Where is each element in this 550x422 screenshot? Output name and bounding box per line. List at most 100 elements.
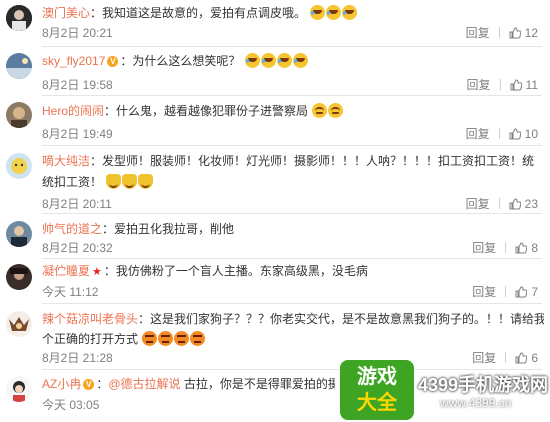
like-count: 8 (531, 241, 538, 255)
star-icon: ★ (92, 266, 102, 278)
comment-text: ：爱拍丑化我拉哥，削他 (102, 222, 235, 236)
comment-username[interactable]: 嘀大纯洁 (42, 154, 90, 168)
divider (505, 352, 507, 363)
divider (42, 303, 542, 304)
reply-button[interactable]: 回复 (472, 240, 496, 256)
like-button[interactable]: 11 (510, 77, 538, 93)
avatar[interactable] (6, 102, 32, 128)
comment-text: ： (96, 377, 109, 391)
laugh-emoji-icon (260, 53, 276, 68)
like-count: 6 (531, 351, 538, 365)
watermark-logo-top: 游戏 (357, 366, 397, 388)
laugh-emoji-icon (310, 5, 326, 20)
comment-time: 8月2日 20:21 (42, 26, 113, 40)
laugh-emoji-icon (342, 5, 358, 20)
like-count: 10 (524, 127, 538, 141)
comment-text: ：什么鬼，越看越像犯罪份子进警察局 (104, 104, 309, 118)
like-button[interactable]: 6 (515, 350, 538, 366)
reply-button[interactable]: 回复 (466, 196, 490, 212)
like-button[interactable]: 12 (509, 25, 538, 41)
divider (42, 369, 542, 370)
comment-username[interactable]: 辣个菇凉叫老骨头 (42, 312, 138, 326)
like-button[interactable]: 10 (509, 126, 538, 142)
comment-username[interactable]: 澳门美心 (42, 6, 90, 20)
thumbs-up-icon (509, 128, 521, 140)
comment-text: 古拉，你是不是得罪爱拍的摄影师了 (183, 377, 335, 391)
angry-emoji-icon (158, 331, 174, 346)
like-button[interactable]: 7 (515, 284, 538, 300)
thumbs-up-icon (515, 242, 528, 254)
angry-emoji-icon (142, 331, 158, 346)
divider (499, 79, 501, 90)
avatar[interactable] (6, 5, 32, 31)
divider (498, 27, 500, 38)
laugh-emoji-icon (292, 53, 308, 68)
watermark-logo: 游戏 大全 (340, 360, 414, 420)
cat-emoji-icon (106, 174, 122, 189)
mention-link[interactable]: @德古拉解说 (108, 377, 180, 391)
avatar[interactable] (6, 264, 32, 290)
like-count: 7 (531, 285, 538, 299)
comment-username[interactable]: sky_fly2017 (42, 54, 105, 68)
comment-time: 今天 11:12 (42, 285, 99, 299)
angry-emoji-icon (190, 331, 206, 346)
like-count: 11 (525, 78, 538, 92)
comment-time: 8月2日 20:32 (42, 241, 113, 255)
avatar[interactable] (6, 53, 32, 79)
comment-text-continued: 个正确的打开方式 (42, 332, 139, 346)
comment-time: 今天 03:05 (42, 398, 100, 412)
laugh-emoji-icon (276, 53, 292, 68)
laugh-emoji-icon (326, 5, 342, 20)
reply-button[interactable]: 回复 (466, 126, 490, 142)
comment-text-continued: 统扣工资！ (42, 175, 103, 189)
comment-text: ：我知道这是故意的，爱拍有点调皮哦。 (90, 6, 307, 20)
divider (42, 213, 542, 214)
thumbs-up-icon (515, 286, 528, 298)
avatar[interactable] (6, 376, 32, 402)
comment-time: 8月2日 21:28 (42, 351, 113, 365)
comment-username[interactable]: AZ小冉 (42, 377, 81, 391)
reply-button[interactable]: 回复 (472, 284, 496, 300)
watermark-brand: 4399手机游戏网 (418, 375, 549, 395)
like-button[interactable]: 8 (515, 240, 538, 256)
comment-username[interactable]: Hero的闹闹 (42, 104, 104, 118)
divider (498, 128, 500, 139)
comment-text: ：这是我们家狗子？？？你老实交代，是不是故意黑我们狗子的。！！请给我一 (138, 312, 544, 326)
comment-username[interactable]: 帅气的道之 (42, 222, 102, 236)
divider (505, 286, 507, 297)
cat-emoji-icon (122, 174, 138, 189)
divider (498, 198, 500, 209)
comment-time: 8月2日 19:58 (42, 78, 113, 92)
comment-text: ：为什么这么想笑呢？ (120, 54, 241, 68)
avatar[interactable] (6, 311, 32, 337)
reply-button[interactable]: 回复 (466, 25, 490, 41)
like-button[interactable]: 23 (509, 196, 538, 212)
thumbs-up-icon (509, 198, 521, 210)
divider (42, 258, 542, 259)
comment-time: 8月2日 20:11 (42, 197, 112, 211)
avatar[interactable] (6, 221, 32, 247)
comment-text: ：我仿佛粉了一个盲人主播。东家高级黑，没毛病 (103, 264, 368, 278)
watermark-url: www.4399.cn (440, 396, 512, 410)
vip-badge-icon: V (83, 379, 95, 390)
divider (42, 95, 542, 96)
divider (42, 145, 542, 146)
reply-button[interactable]: 回复 (467, 77, 491, 93)
sweat-emoji-icon (328, 103, 344, 118)
sweat-emoji-icon (312, 103, 328, 118)
divider (42, 46, 542, 47)
like-count: 12 (524, 26, 538, 40)
angry-emoji-icon (174, 331, 190, 346)
thumbs-up-icon (510, 79, 522, 91)
reply-button[interactable]: 回复 (472, 350, 496, 366)
thumbs-up-icon (509, 27, 521, 39)
comment-username[interactable]: 凝伫瞳夏 (42, 264, 90, 278)
watermark-logo-bottom: 大全 (357, 392, 397, 414)
cat-emoji-icon (138, 174, 154, 189)
comment-time: 8月2日 19:49 (42, 127, 113, 141)
divider (505, 242, 507, 253)
vip-badge-icon: V (107, 56, 119, 67)
laugh-emoji-icon (244, 53, 260, 68)
avatar[interactable] (6, 153, 32, 179)
comment-text: ：发型师！服装师！化妆师！灯光师！摄影师！！！人呐？！！！扣工资扣工资！统 (90, 154, 535, 168)
